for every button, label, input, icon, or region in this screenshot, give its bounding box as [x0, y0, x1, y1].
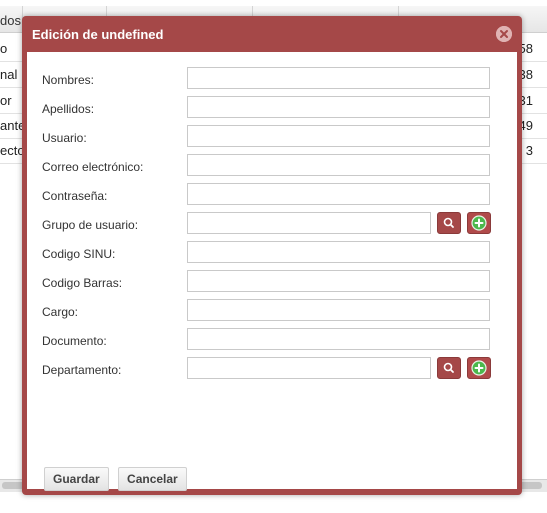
add-icon	[471, 360, 487, 376]
form-row-grupo-usuario: Grupo de usuario:	[27, 212, 517, 238]
correo-label: Correo electrónico:	[42, 160, 144, 174]
documento-label: Documento:	[42, 334, 107, 348]
nombres-input[interactable]	[187, 67, 490, 89]
dialog-titlebar[interactable]: Edición de undefined	[22, 16, 522, 52]
table-cell: nal	[0, 67, 18, 82]
contrasena-label: Contraseña:	[42, 189, 108, 203]
departamento-search-button[interactable]	[437, 357, 461, 379]
search-icon	[443, 362, 454, 373]
form-row-usuario: Usuario:	[27, 125, 517, 151]
dialog-title: Edición de undefined	[32, 27, 164, 42]
contrasena-input[interactable]	[187, 183, 490, 205]
form-row-nombres: Nombres:	[27, 67, 517, 93]
table-cell: or	[0, 93, 12, 108]
grupo-usuario-add-button[interactable]	[467, 212, 491, 234]
departamento-add-button[interactable]	[467, 357, 491, 379]
form-row-contrasena: Contraseña:	[27, 183, 517, 209]
table-cell: ecto	[0, 143, 25, 158]
save-button[interactable]: Guardar	[44, 467, 109, 491]
cargo-label: Cargo:	[42, 305, 79, 319]
table-cell: o	[0, 41, 8, 56]
departamento-label: Departamento:	[42, 363, 122, 377]
form-row-codigo-barras: Codigo Barras:	[27, 270, 517, 296]
table-cell: 3	[525, 143, 533, 158]
form-row-correo: Correo electrónico:	[27, 154, 517, 180]
grid-header-label: dos	[0, 13, 21, 28]
edit-dialog: Edición de undefined Nombres: Apellidos:…	[22, 16, 522, 495]
search-icon	[443, 217, 454, 228]
form-row-documento: Documento:	[27, 328, 517, 354]
grupo-usuario-input[interactable]	[187, 212, 431, 234]
correo-input[interactable]	[187, 154, 490, 176]
codigo-barras-input[interactable]	[187, 270, 490, 292]
form-row-cargo: Cargo:	[27, 299, 517, 325]
departamento-input[interactable]	[187, 357, 431, 379]
codigo-sinu-input[interactable]	[187, 241, 490, 263]
apellidos-input[interactable]	[187, 96, 490, 118]
cancel-button[interactable]: Cancelar	[118, 467, 187, 491]
grupo-usuario-search-button[interactable]	[437, 212, 461, 234]
form-row-codigo-sinu: Codigo SINU:	[27, 241, 517, 267]
grupo-usuario-label: Grupo de usuario:	[42, 218, 139, 232]
documento-input[interactable]	[187, 328, 490, 350]
codigo-sinu-label: Codigo SINU:	[42, 247, 116, 261]
dialog-body: Nombres: Apellidos: Usuario: Correo elec…	[27, 52, 517, 491]
usuario-label: Usuario:	[42, 131, 87, 145]
nombres-label: Nombres:	[42, 73, 95, 87]
form-row-apellidos: Apellidos:	[27, 96, 517, 122]
usuario-input[interactable]	[187, 125, 490, 147]
close-button[interactable]	[496, 26, 512, 42]
codigo-barras-label: Codigo Barras:	[42, 276, 123, 290]
close-icon	[496, 26, 512, 42]
dialog-button-bar: Guardar Cancelar	[44, 467, 193, 491]
add-icon	[471, 215, 487, 231]
apellidos-label: Apellidos:	[42, 102, 95, 116]
form-row-departamento: Departamento:	[27, 357, 517, 383]
cargo-input[interactable]	[187, 299, 490, 321]
